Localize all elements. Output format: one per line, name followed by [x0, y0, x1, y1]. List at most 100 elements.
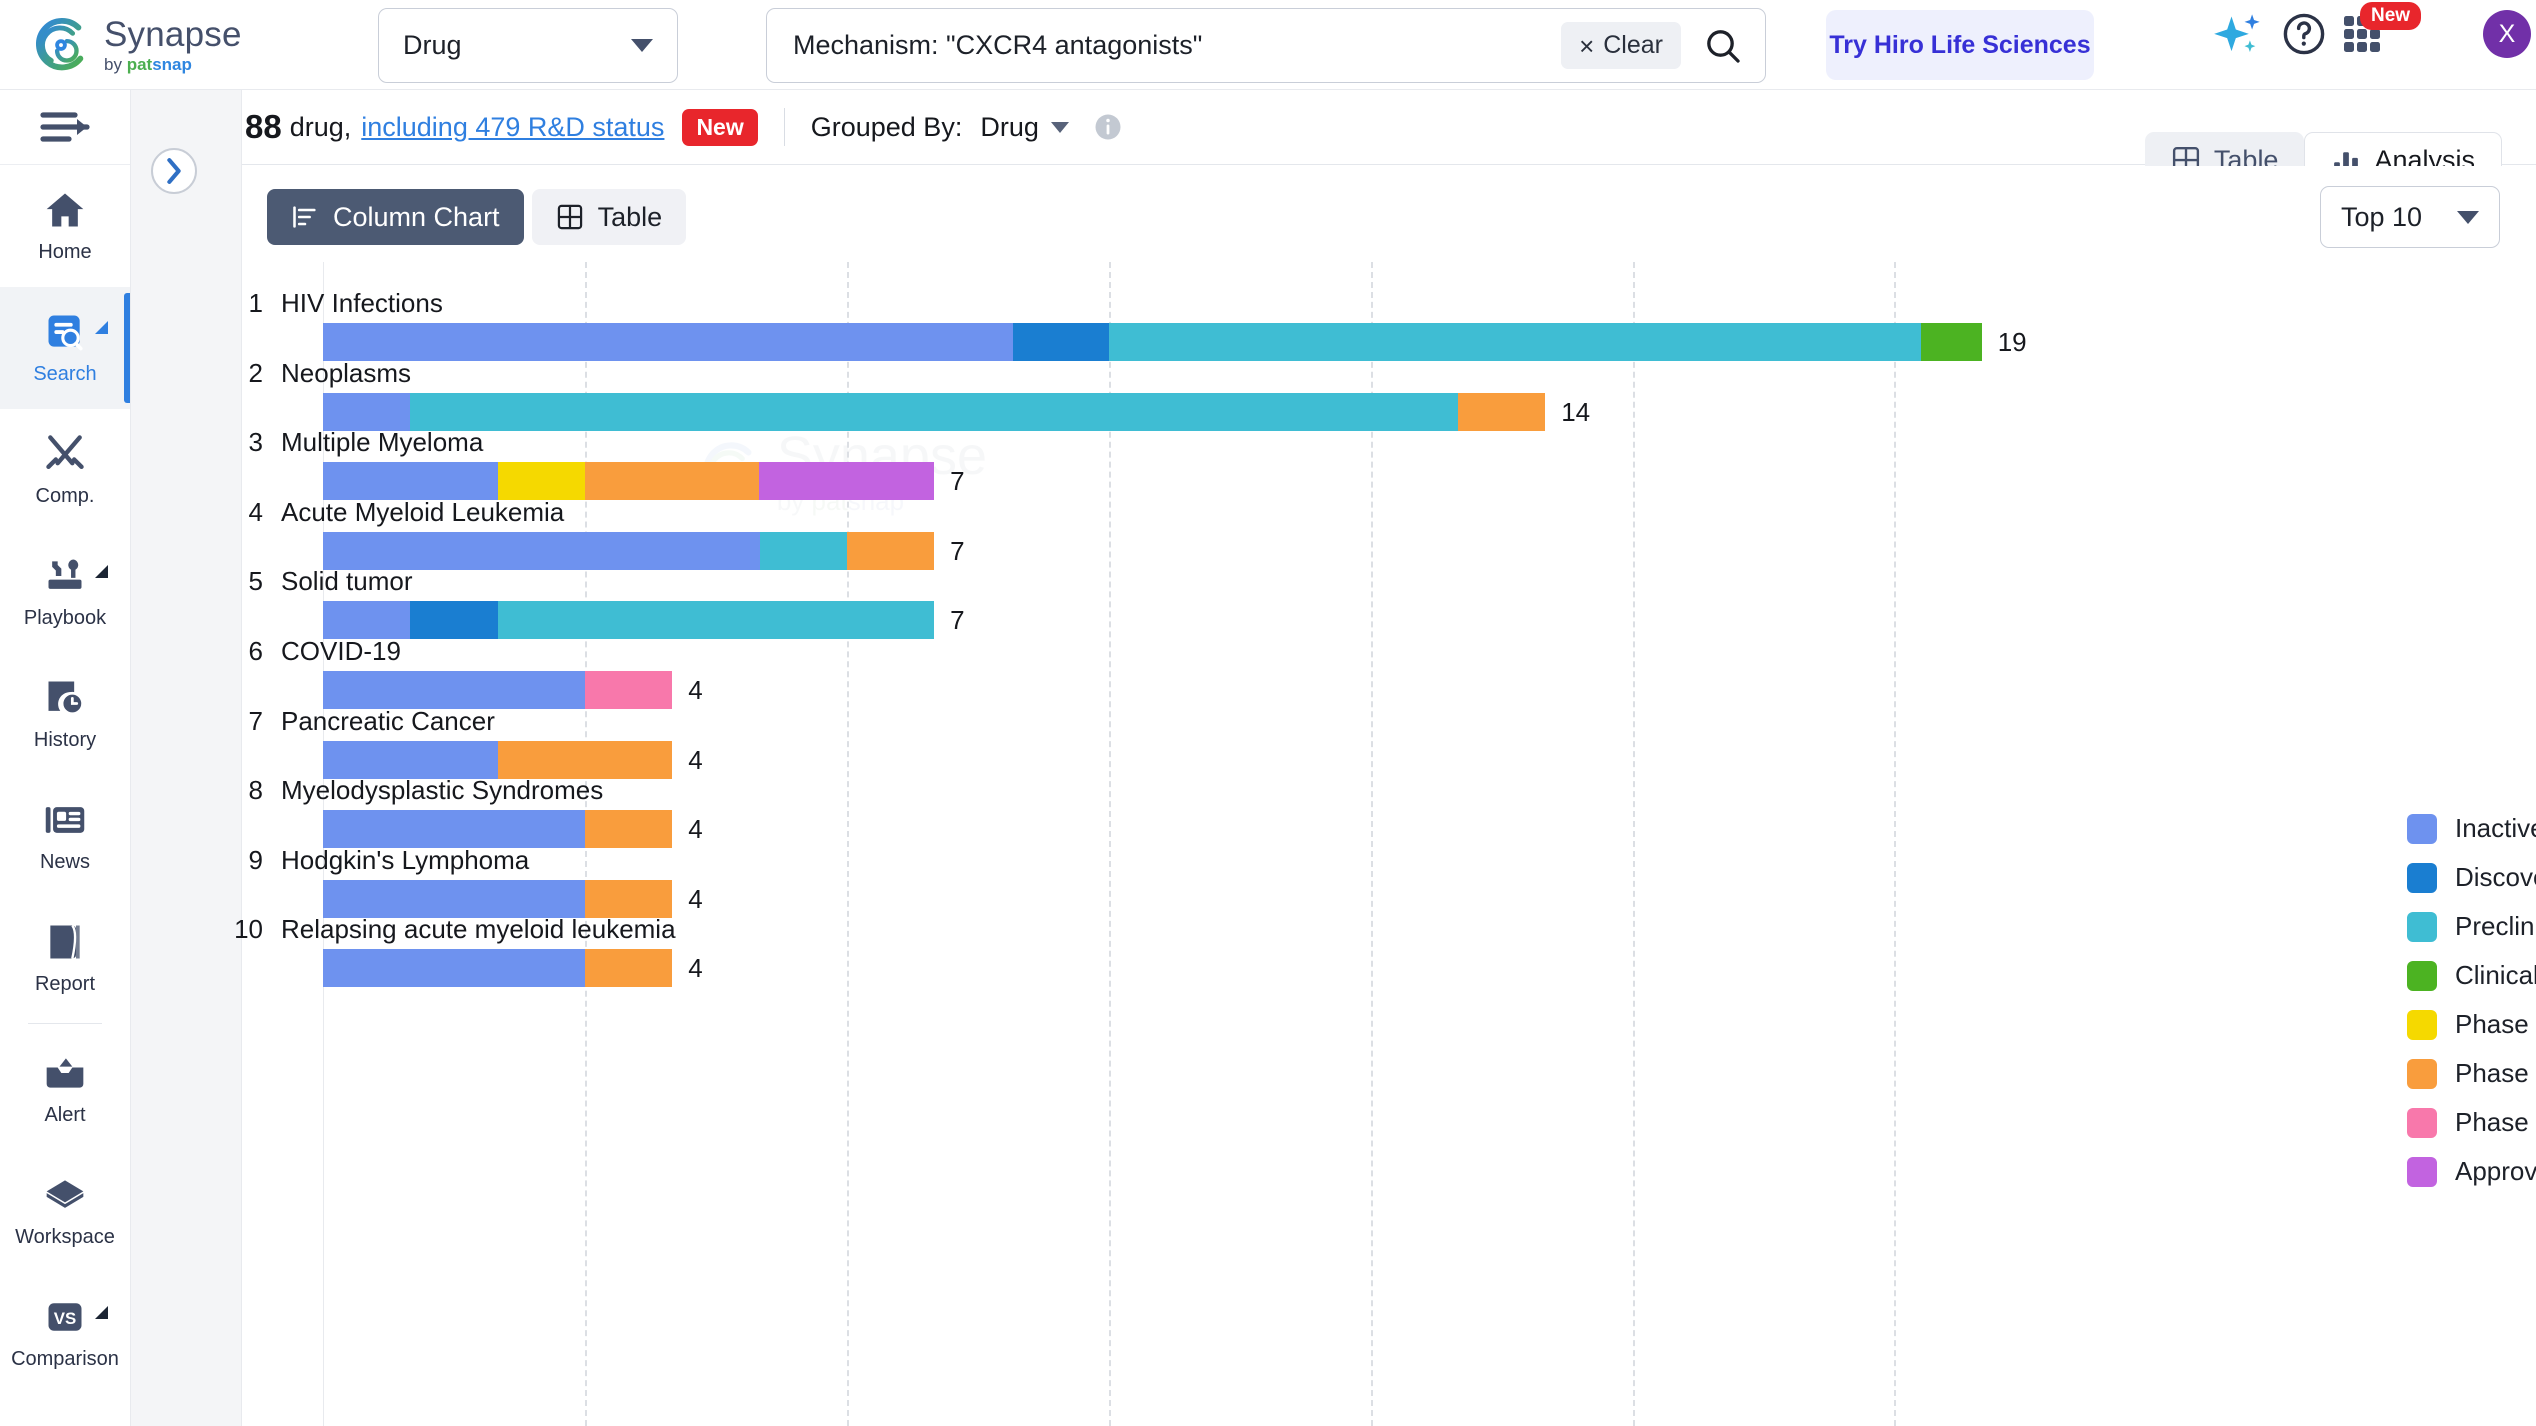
stacked-bar[interactable] [323, 879, 673, 918]
bar-value-label: 14 [1561, 396, 1591, 427]
sidebar-item-history[interactable]: History [0, 653, 130, 775]
bar-segment[interactable] [497, 462, 585, 501]
sidebar-item-news[interactable]: News [0, 775, 130, 897]
clear-search-button[interactable]: × Clear [1561, 22, 1681, 69]
legend-item[interactable]: Phase 2 [2407, 1049, 2536, 1098]
sidebar-item-search[interactable]: Search [0, 287, 130, 409]
sidebar-item-home[interactable]: Home [0, 165, 130, 287]
bar-category-label[interactable]: Relapsing acute myeloid leukemia [281, 914, 676, 945]
bar-segment[interactable] [1920, 323, 1982, 361]
bar-segment[interactable] [410, 601, 498, 640]
bar-segment[interactable] [584, 879, 673, 918]
legend-item[interactable]: Preclinical [2407, 902, 2536, 951]
bar-category-label[interactable]: COVID-19 [281, 636, 401, 667]
bar-category-label[interactable]: Acute Myeloid Leukemia [281, 497, 564, 528]
bar-segment[interactable] [323, 810, 585, 849]
entity-type-select[interactable]: Drug [378, 8, 678, 83]
bar-segment[interactable] [323, 462, 498, 501]
stacked-bar[interactable] [323, 949, 673, 988]
legend-item[interactable]: Inactive [2407, 804, 2536, 853]
chart-bar-row[interactable]: 1 HIV Infections 19 [242, 288, 2536, 361]
stacked-bar[interactable] [323, 601, 935, 640]
bar-category-label[interactable]: Neoplasms [281, 358, 411, 389]
try-hiro-button[interactable]: Try Hiro Life Sciences [1826, 10, 2094, 80]
stacked-bar[interactable] [323, 671, 673, 709]
stacked-bar[interactable] [323, 462, 935, 501]
bar-category-label[interactable]: Myelodysplastic Syndromes [281, 775, 603, 806]
chevron-down-icon[interactable] [1050, 121, 1069, 133]
bar-segment[interactable] [759, 531, 847, 570]
chart-bar-row[interactable]: 9 Hodgkin's Lymphoma 4 [242, 845, 2536, 918]
bar-category-label[interactable]: Solid tumor [281, 566, 413, 597]
sidebar-item-comparison[interactable]: VS Comparison [0, 1272, 130, 1394]
chart-bar-row[interactable]: 7 Pancreatic Cancer 4 [242, 706, 2536, 779]
bar-category-label[interactable]: Pancreatic Cancer [281, 706, 495, 737]
sidebar-item-report[interactable]: Report [0, 897, 130, 1019]
legend-item[interactable]: Discovery [2407, 853, 2536, 902]
stacked-bar[interactable] [323, 323, 1982, 361]
bar-segment[interactable] [497, 740, 673, 779]
bar-segment[interactable] [410, 392, 1458, 431]
stacked-bar[interactable] [323, 392, 1546, 431]
chart-bar-row[interactable]: 2 Neoplasms 14 [242, 358, 2536, 431]
chart-mode-table[interactable]: Table [531, 189, 687, 245]
bar-segment[interactable] [323, 740, 498, 779]
bar-segment[interactable] [323, 531, 760, 570]
grouped-by-value[interactable]: Drug [980, 112, 1039, 143]
bar-segment[interactable] [846, 531, 935, 570]
sidebar-item-workspace[interactable]: Workspace [0, 1150, 130, 1272]
bar-segment[interactable] [323, 392, 411, 431]
chart-bar-row[interactable]: 10 Relapsing acute myeloid leukemia 4 [234, 914, 2536, 988]
chart-bar-row[interactable]: 3 Multiple Myeloma 7 [242, 427, 2536, 501]
legend-swatch [2407, 1058, 2437, 1089]
bar-segment[interactable] [584, 810, 673, 849]
sidebar-item-alert[interactable]: Alert [0, 1028, 130, 1150]
bar-value-label: 7 [950, 535, 965, 566]
legend-item[interactable]: Clinical [2407, 951, 2536, 1000]
bar-category-label[interactable]: HIV Infections [281, 288, 443, 319]
bar-segment[interactable] [584, 671, 673, 709]
stacked-bar[interactable] [323, 531, 935, 570]
rd-status-link[interactable]: including 479 R&D status [361, 112, 664, 143]
bar-segment[interactable] [1012, 323, 1109, 361]
avatar[interactable]: X [2483, 10, 2531, 58]
chart-mode-column-chart[interactable]: Column Chart [267, 189, 524, 245]
help-icon[interactable] [2280, 10, 2328, 63]
bar-category-label[interactable]: Hodgkin's Lymphoma [281, 845, 529, 876]
app-logo[interactable]: Synapse by patsnap [30, 14, 242, 76]
expand-panel-button[interactable] [151, 148, 197, 194]
bar-segment[interactable] [323, 949, 585, 988]
chart-bar-row[interactable]: 8 Myelodysplastic Syndromes 4 [242, 775, 2536, 849]
chart-bar-row[interactable]: 6 COVID-19 4 [242, 636, 2536, 709]
legend-item[interactable]: Phase 3 [2407, 1098, 2536, 1147]
stacked-bar[interactable] [323, 810, 673, 849]
chart-bar-row[interactable]: 4 Acute Myeloid Leukemia 7 [242, 497, 2536, 570]
bar-segment[interactable] [323, 323, 1013, 361]
bar-segment[interactable] [323, 879, 585, 918]
bar-segment[interactable] [584, 949, 673, 988]
bar-segment[interactable] [1108, 323, 1921, 361]
bar-category-label[interactable]: Multiple Myeloma [281, 427, 483, 458]
info-icon[interactable] [1093, 112, 1123, 142]
search-input[interactable]: Mechanism: "CXCR4 antagonists" [793, 30, 1561, 61]
bar-segment[interactable] [759, 462, 935, 501]
legend-item[interactable]: Phase 1/2 [2407, 1000, 2536, 1049]
sidebar-collapse-button[interactable] [0, 90, 130, 165]
bar-segment[interactable] [323, 671, 585, 709]
sidebar-item-comp[interactable]: Comp. [0, 409, 130, 531]
stacked-bar[interactable] [323, 740, 673, 779]
sidebar-item-playbook[interactable]: Playbook [0, 531, 130, 653]
chart-bar-row[interactable]: 5 Solid tumor 7 [242, 566, 2536, 640]
bar-segment[interactable] [323, 601, 411, 640]
try-hiro-label: Try Hiro Life Sciences [1829, 30, 2091, 59]
sparkle-icon[interactable] [2212, 10, 2264, 67]
bar-rank: 10 [234, 914, 263, 945]
bar-segment[interactable] [497, 601, 935, 640]
bar-segment[interactable] [1457, 392, 1546, 431]
search-bar[interactable]: Mechanism: "CXCR4 antagonists" × Clear [766, 8, 1766, 83]
bar-segment[interactable] [584, 462, 760, 501]
top-n-select[interactable]: Top 10 [2320, 186, 2500, 248]
legend-item[interactable]: Approved [2407, 1147, 2536, 1196]
search-icon[interactable] [1703, 26, 1743, 66]
bar-value-label: 19 [1997, 327, 2027, 357]
